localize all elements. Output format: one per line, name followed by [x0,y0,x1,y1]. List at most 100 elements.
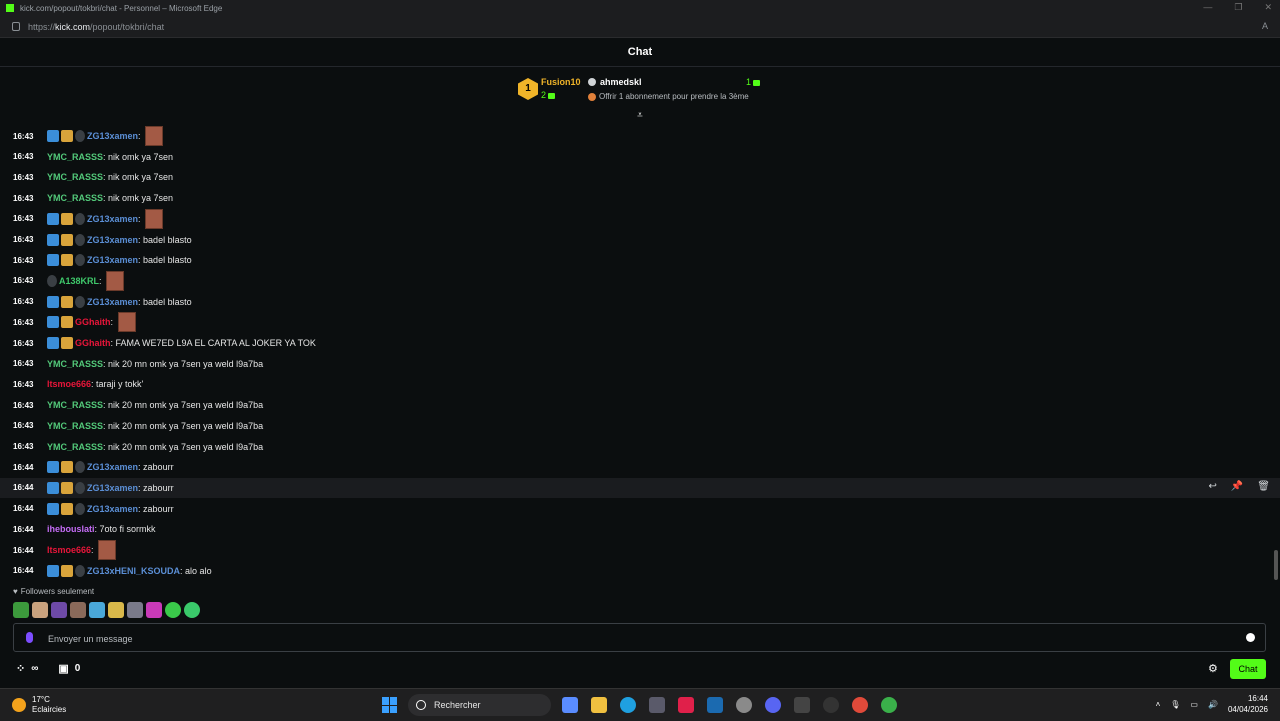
user-badge-icon[interactable] [61,461,73,474]
message-username[interactable]: ZG13xamen [87,131,138,141]
minimize-button[interactable]: — [1203,2,1212,13]
chat-message[interactable]: 16:43 YMC_RASSS: nik omk ya 7sen [0,147,1280,167]
message-username[interactable]: YMC_RASSS [47,442,103,452]
chat-message[interactable]: 16:43 GGhaith: [0,312,1280,333]
chat-message-input[interactable] [46,629,1230,649]
user-badge-icon[interactable] [75,233,85,246]
chat-message[interactable]: 16:43 YMC_RASSS: nik 20 mn omk ya 7sen ya… [0,437,1280,457]
user-badge-icon[interactable] [61,564,73,577]
steam-icon[interactable] [707,697,723,713]
emote-icon[interactable] [184,602,200,618]
user-badge-icon[interactable] [75,254,85,267]
weather-widget[interactable]: 17°C Eclaircies [12,695,66,715]
user-badge-icon[interactable] [75,461,85,474]
user-badge-icon[interactable] [47,564,59,577]
chat-message[interactable]: 16:44 ltsmoe666: [0,540,1280,560]
emote-icon[interactable] [146,602,162,618]
message-username[interactable]: GGhaith [75,317,111,327]
edge-icon[interactable] [620,697,636,713]
user-badge-icon[interactable] [47,254,59,267]
close-button[interactable]: ✕ [1264,2,1272,13]
user-badge-icon[interactable] [47,481,59,494]
chat-message[interactable]: 16:43 ZG13xamen: [0,208,1280,229]
emote-icon[interactable] [127,602,143,618]
emoji-picker-icon[interactable] [1246,633,1255,642]
emote-icon[interactable] [108,602,124,618]
pin-icon[interactable]: 📌 [1231,481,1243,492]
message-username[interactable]: ZG13xamen [87,483,138,493]
kicks-icon[interactable]: ▣ [58,662,68,675]
user-badge-icon[interactable] [47,461,59,474]
user-badge-icon[interactable] [47,274,57,287]
read-aloud-icon[interactable]: A [1262,21,1268,31]
message-username[interactable]: YMC_RASSS [47,193,103,203]
chat-message[interactable]: 16:43 ZG13xamen: badel blasto [0,230,1280,250]
message-username[interactable]: ZG13xamen [87,214,138,224]
chat-message[interactable]: 16:43 ZG13xamen: badel blasto [0,250,1280,270]
user-badge-icon[interactable] [61,212,73,225]
user-badge-icon[interactable] [47,295,59,308]
chat-message[interactable]: 16:43 YMC_RASSS: nik 20 mn omk ya 7sen ya… [0,395,1280,415]
taskbar-clock[interactable]: 16:44 04/04/2026 [1228,693,1268,715]
gift-offer-link[interactable]: Offrir 1 abonnement pour prendre la 3ème [588,92,749,101]
message-username[interactable]: ZG13xHENI_KSOUDA [87,566,180,576]
windows-start-icon[interactable] [382,697,398,713]
user-badge-icon[interactable] [47,316,59,329]
chat-message[interactable]: 16:44 ZG13xHENI_KSOUDA: alo alo [0,561,1280,581]
chrome-icon[interactable] [852,697,868,713]
taskbar-search[interactable]: Rechercher [408,694,551,716]
message-username[interactable]: ZG13xamen [87,235,138,245]
message-username[interactable]: ltsmoe666 [47,545,91,555]
address-bar[interactable]: https://kick.com/popout/tokbri/chat A [0,16,1280,38]
user-badge-icon[interactable] [61,337,73,349]
emote-icon[interactable] [70,602,86,618]
leaderboard-first-name[interactable]: Fusion10 [541,77,581,87]
emote-icon[interactable] [98,540,117,560]
reply-icon[interactable]: ↩ [1208,481,1216,492]
emote-icon[interactable] [32,602,48,618]
lock-icon[interactable] [12,22,20,31]
store-icon[interactable] [649,697,665,713]
emote-icon[interactable] [106,270,125,291]
chat-message[interactable]: 16:43 YMC_RASSS: nik 20 mn omk ya 7sen ya… [0,354,1280,374]
channel-points-icon[interactable]: ⁘ [16,662,25,675]
emote-icon[interactable] [165,602,181,618]
volume-icon[interactable]: 🔊 [1208,700,1218,709]
message-username[interactable]: ZG13xamen [87,255,138,265]
user-badge-icon[interactable] [75,212,85,225]
chat-message[interactable]: 16:44 ihebouslati: 7oto fi sormkk [0,519,1280,539]
user-badge-icon[interactable] [61,481,73,494]
copilot-icon[interactable] [562,697,578,713]
app-icon[interactable] [678,697,694,713]
chat-message[interactable]: 16:43 ZG13xamen: badel blasto [0,292,1280,312]
user-badge-icon[interactable] [75,481,85,494]
message-username[interactable]: ZG13xamen [87,504,138,514]
message-username[interactable]: YMC_RASSS [47,421,103,431]
chevron-down-icon[interactable]: ⩡ [634,110,646,121]
app-icon[interactable] [823,697,839,713]
microphone-icon[interactable] [26,632,33,643]
message-username[interactable]: ihebouslati [47,524,95,534]
user-badge-icon[interactable] [61,254,73,267]
chat-message[interactable]: 16:43 YMC_RASSS: nik 20 mn omk ya 7sen ya… [0,416,1280,436]
chat-input-box[interactable] [13,623,1266,652]
emote-icon[interactable] [145,126,164,146]
chat-message[interactable]: 16:43 GGhaith: FAMA WE7ED L9A EL CARTA AL… [0,333,1280,353]
app-icon[interactable] [794,697,810,713]
message-username[interactable]: YMC_RASSS [47,152,103,162]
emote-icon[interactable] [117,312,136,333]
user-badge-icon[interactable] [75,130,85,142]
emote-icon[interactable] [89,602,105,618]
send-chat-button[interactable]: Chat [1230,659,1266,679]
chat-message[interactable]: 16:43 YMC_RASSS: nik omk ya 7sen [0,167,1280,187]
message-username[interactable]: A138KRL [59,276,99,286]
user-badge-icon[interactable] [61,233,73,246]
restore-button[interactable]: ❐ [1234,2,1242,13]
message-username[interactable]: YMC_RASSS [47,400,103,410]
settings-app-icon[interactable] [736,697,752,713]
user-badge-icon[interactable] [47,233,59,246]
user-badge-icon[interactable] [75,295,85,308]
user-badge-icon[interactable] [75,502,85,515]
chat-message[interactable]: 16:43 ZG13xamen: [0,126,1280,146]
chat-message[interactable]: 16:44 ZG13xamen: zabourr [0,499,1280,519]
